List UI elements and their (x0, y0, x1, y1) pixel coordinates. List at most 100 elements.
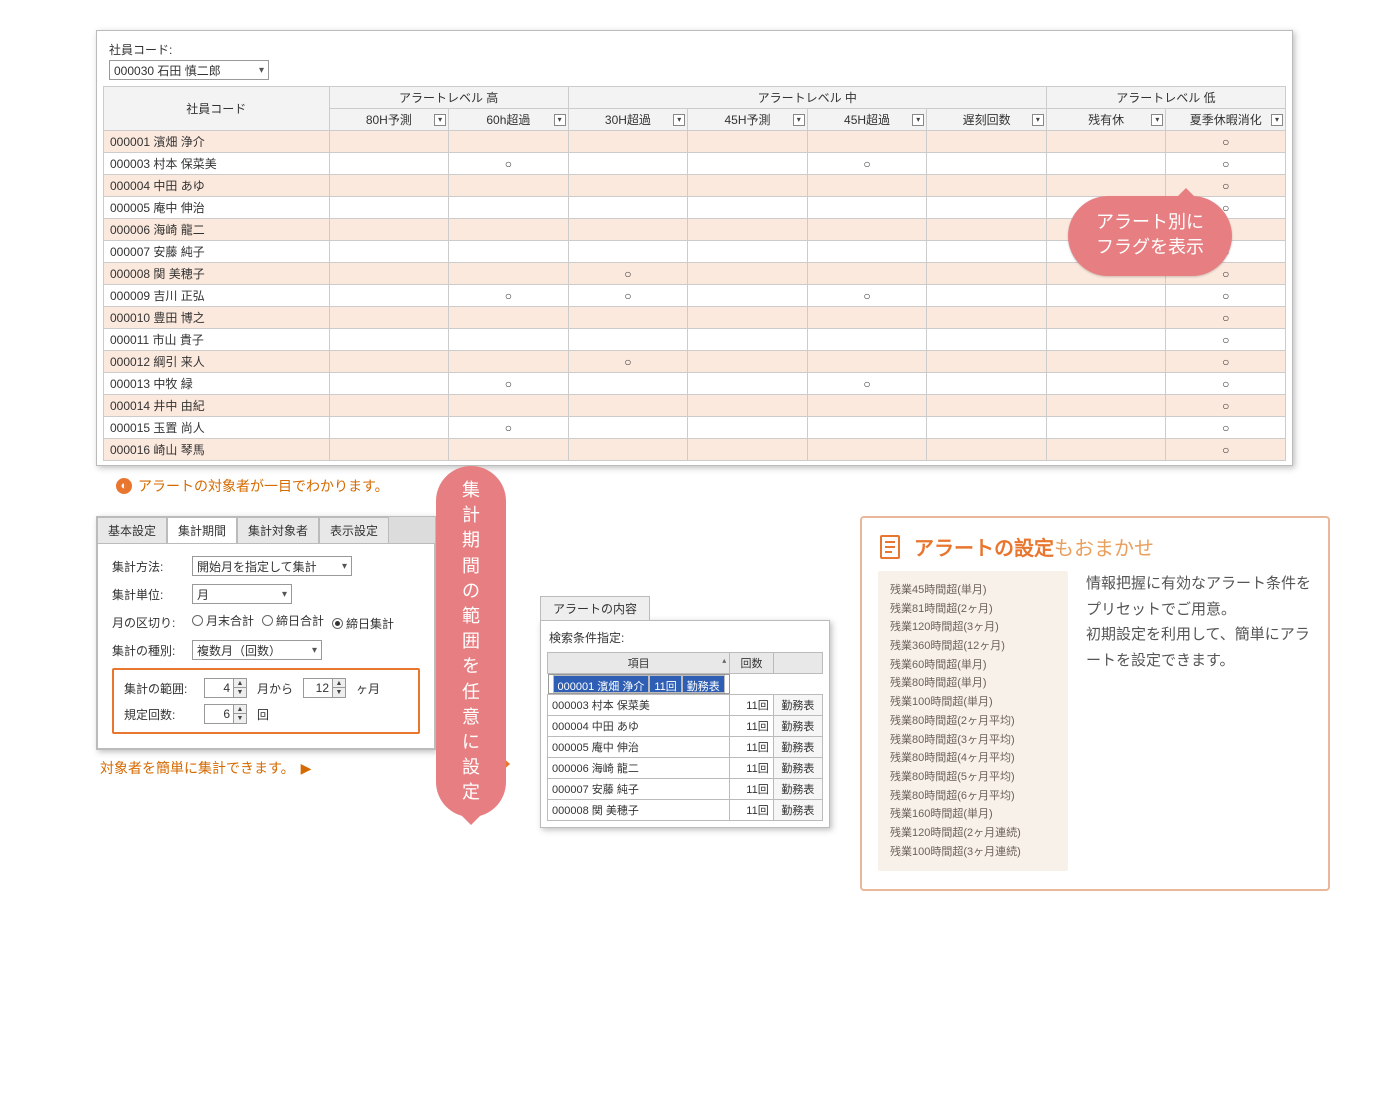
tab-表示設定[interactable]: 表示設定 (319, 517, 389, 543)
tab-集計対象者[interactable]: 集計対象者 (237, 517, 319, 543)
alert-cell (449, 197, 569, 219)
range-to-suffix: ヶ月 (356, 680, 380, 697)
list-item[interactable]: 000003 村本 保菜美11回勤務表 (548, 695, 823, 716)
alert-cell (1046, 351, 1166, 373)
preset-panel: アラートの設定もおまかせ 残業45時間超(単月)残業81時間超(2ヶ月)残業12… (860, 516, 1330, 891)
alert-cell: ○ (1166, 131, 1286, 153)
col-employee[interactable]: 社員コード (104, 87, 330, 131)
alert-cell (807, 307, 927, 329)
col-item[interactable]: 項目▴ (548, 653, 730, 674)
open-timesheet-button[interactable]: 勤務表 (773, 737, 822, 758)
filter-icon[interactable]: ▾ (434, 114, 446, 126)
alert-cell (568, 153, 688, 175)
method-select[interactable]: 開始月を指定して集計▾ (192, 556, 352, 576)
open-timesheet-button[interactable]: 勤務表 (682, 675, 725, 693)
colgroup-mid: アラートレベル 中 (568, 87, 1046, 109)
col-count[interactable]: 回数 (730, 653, 773, 674)
table-row[interactable]: 000016 崎山 琴馬○ (104, 439, 1286, 461)
spin-up-icon[interactable]: ▲ (234, 679, 246, 688)
col-45H超過[interactable]: 45H超過▾ (807, 109, 927, 131)
item-count: 11回 (730, 800, 773, 821)
employee-name: 000008 関 美穂子 (104, 263, 330, 285)
filter-icon[interactable]: ▾ (1032, 114, 1044, 126)
divider-label: 月の区切り: (112, 614, 182, 631)
tab-集計期間[interactable]: 集計期間 (167, 517, 237, 543)
table-row[interactable]: 000001 濱畑 浄介○ (104, 131, 1286, 153)
alert-cell (568, 439, 688, 461)
alert-cell (1046, 307, 1166, 329)
radio-締日合計[interactable]: 締日合計 (262, 612, 324, 629)
tab-基本設定[interactable]: 基本設定 (97, 517, 167, 543)
sort-icon[interactable]: ▴ (722, 656, 726, 665)
col-60h超過[interactable]: 60h超過▾ (449, 109, 569, 131)
alert-cell (688, 351, 808, 373)
filter-icon[interactable]: ▾ (912, 114, 924, 126)
alert-cell: ○ (1166, 351, 1286, 373)
table-row[interactable]: 000009 吉川 正弘○○○○ (104, 285, 1286, 307)
col-80H予測[interactable]: 80H予測▾ (329, 109, 449, 131)
col-夏季休暇消化[interactable]: 夏季休暇消化▾ (1166, 109, 1286, 131)
range-from-spinner[interactable]: 4 ▲▼ (204, 678, 247, 698)
employee-name: 000014 井中 由紀 (104, 395, 330, 417)
filter-icon[interactable]: ▾ (554, 114, 566, 126)
spin-down-icon[interactable]: ▼ (234, 714, 246, 723)
preset-item: 残業80時間超(6ヶ月平均) (890, 787, 1056, 806)
list-item[interactable]: 000008 関 美穂子11回勤務表 (548, 800, 823, 821)
list-item[interactable]: 000004 中田 あゆ11回勤務表 (548, 716, 823, 737)
alert-cell (1046, 373, 1166, 395)
table-row[interactable]: 000015 玉置 尚人○○ (104, 417, 1286, 439)
radio-締日集計[interactable]: 締日集計 (332, 615, 394, 632)
open-timesheet-button[interactable]: 勤務表 (773, 800, 822, 821)
table-row[interactable]: 000013 中牧 緑○○○ (104, 373, 1286, 395)
spin-up-icon[interactable]: ▲ (234, 705, 246, 714)
alert-cell (449, 175, 569, 197)
alert-cell (807, 439, 927, 461)
alert-cell (1046, 175, 1166, 197)
alert-cell (568, 417, 688, 439)
list-item[interactable]: 000007 安藤 純子11回勤務表 (548, 779, 823, 800)
col-遅刻回数[interactable]: 遅刻回数▾ (927, 109, 1047, 131)
table-row[interactable]: 000003 村本 保菜美○○○ (104, 153, 1286, 175)
filter-icon[interactable]: ▾ (1151, 114, 1163, 126)
chevron-down-icon: ▾ (282, 589, 287, 600)
filter-icon[interactable]: ▾ (1271, 114, 1283, 126)
spin-up-icon[interactable]: ▲ (333, 679, 345, 688)
table-row[interactable]: 000014 井中 由紀○ (104, 395, 1286, 417)
open-timesheet-button[interactable]: 勤務表 (773, 695, 822, 716)
filter-icon[interactable]: ▾ (793, 114, 805, 126)
unit-select[interactable]: 月▾ (192, 584, 292, 604)
alert-cell (449, 395, 569, 417)
spin-down-icon[interactable]: ▼ (234, 688, 246, 697)
list-item[interactable]: 000001 濱畑 浄介11回勤務表 (548, 674, 730, 694)
alert-cell (927, 153, 1047, 175)
open-timesheet-button[interactable]: 勤務表 (773, 779, 822, 800)
spin-down-icon[interactable]: ▼ (333, 688, 345, 697)
col-残有休[interactable]: 残有休▾ (1046, 109, 1166, 131)
open-timesheet-button[interactable]: 勤務表 (773, 716, 822, 737)
table-row[interactable]: 000004 中田 あゆ○ (104, 175, 1286, 197)
list-item[interactable]: 000006 海崎 龍二11回勤務表 (548, 758, 823, 779)
alert-cell: ○ (807, 153, 927, 175)
kind-select[interactable]: 複数月（回数）▾ (192, 640, 322, 660)
table-row[interactable]: 000011 市山 貴子○ (104, 329, 1286, 351)
range-box: 集計の範囲: 4 ▲▼ 月から 12 ▲▼ ヶ月 規定回数: (112, 668, 420, 734)
col-30H超過[interactable]: 30H超過▾ (568, 109, 688, 131)
alert-cell (807, 351, 927, 373)
preset-item: 残業360時間超(12ヶ月) (890, 637, 1056, 656)
alert-cell (807, 263, 927, 285)
table-row[interactable]: 000010 豊田 博之○ (104, 307, 1286, 329)
item-count: 11回 (730, 716, 773, 737)
count-spinner[interactable]: 6 ▲▼ (204, 704, 247, 724)
open-timesheet-button[interactable]: 勤務表 (773, 758, 822, 779)
radio-月末合計[interactable]: 月末合計 (192, 612, 254, 629)
filter-icon[interactable]: ▾ (673, 114, 685, 126)
table-row[interactable]: 000012 綱引 来人○○ (104, 351, 1286, 373)
range-to-spinner[interactable]: 12 ▲▼ (303, 678, 346, 698)
employee-select[interactable]: 000030 石田 慎二郎 ▾ (109, 60, 269, 80)
list-item[interactable]: 000005 庵中 伸治11回勤務表 (548, 737, 823, 758)
preset-item: 残業120時間超(2ヶ月連続) (890, 824, 1056, 843)
col-45H予測[interactable]: 45H予測▾ (688, 109, 808, 131)
employee-name: 000009 吉川 正弘 (104, 285, 330, 307)
alert-cell (688, 395, 808, 417)
document-icon (878, 534, 904, 560)
